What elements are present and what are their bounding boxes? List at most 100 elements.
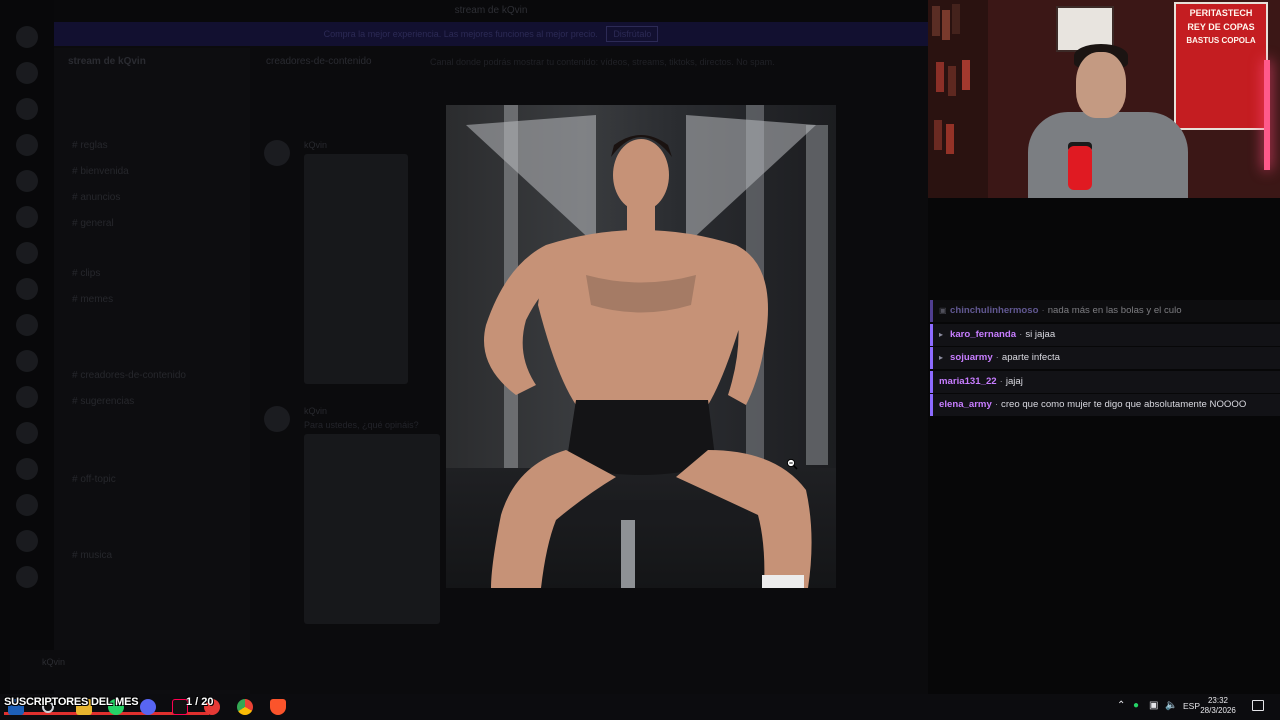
subs-label: SUSCRIPTORES DEL MES: [4, 696, 139, 708]
channel-item[interactable]: # reglas: [72, 140, 108, 151]
server-icon[interactable]: [16, 530, 38, 552]
channel-item[interactable]: # sugerencias: [72, 396, 134, 407]
chat-username[interactable]: elena_army: [939, 399, 992, 410]
server-icon[interactable]: [16, 566, 38, 588]
chat-username[interactable]: sojuarmy: [950, 352, 993, 363]
channel-item[interactable]: # bienvenida: [72, 166, 129, 177]
server-icon[interactable]: [16, 386, 38, 408]
play-badge-icon: ▸: [939, 353, 944, 362]
network-icon[interactable]: ▣: [1149, 700, 1158, 711]
message-attachment[interactable]: [304, 154, 408, 384]
chat-text: jajaj: [1005, 375, 1023, 387]
channel-item-active[interactable]: # creadores-de-contenido: [72, 370, 186, 381]
clock-time: 23:32: [1207, 696, 1229, 705]
streamer-body: [1028, 112, 1188, 198]
user-panel: [10, 650, 250, 690]
chat-separator: ·: [1019, 328, 1023, 340]
server-icon[interactable]: [16, 278, 38, 300]
server-icon[interactable]: [16, 26, 38, 48]
stream-chat: ▣ chinchulinhermoso · nada más en las bolas…: [930, 300, 1280, 418]
chat-text: si jajaa: [1025, 328, 1056, 340]
channel-item[interactable]: # off-topic: [72, 474, 116, 485]
server-icon[interactable]: [16, 494, 38, 516]
promo-banner: Compra la mejor experiencia. Las mejores…: [54, 22, 928, 46]
chat-username[interactable]: karo_fernanda: [950, 329, 1016, 340]
server-icon[interactable]: [16, 206, 38, 228]
channel-topic: Canal donde podrás mostrar tu contenido:…: [430, 57, 775, 67]
server-name[interactable]: stream de kQvin: [68, 56, 146, 67]
message-text: Para ustedes, ¿qué opináis?: [304, 420, 419, 430]
notification-icon[interactable]: [1252, 700, 1264, 711]
message-author[interactable]: kQvin: [304, 406, 327, 416]
poster-title: PERITASTECH: [1189, 8, 1253, 18]
server-icon[interactable]: [16, 170, 38, 192]
server-icon[interactable]: [16, 314, 38, 336]
chat-username[interactable]: maria131_22: [939, 376, 997, 387]
chat-separator: ·: [1041, 305, 1045, 316]
message-author[interactable]: kQvin: [304, 140, 327, 150]
server-icon[interactable]: [16, 134, 38, 156]
channel-item[interactable]: # general: [72, 218, 114, 229]
clock[interactable]: 23:32 28/3/2026: [1198, 696, 1238, 716]
server-icon[interactable]: [16, 62, 38, 84]
book: [946, 124, 954, 154]
chat-text: nada más en las bolas y el culo: [1047, 305, 1182, 316]
wall-poster: PERITASTECH REY DE COPAS BASTUS COPOLA: [1174, 2, 1268, 130]
channel-header: creadores-de-contenido: [266, 56, 372, 67]
athlete-figure: [466, 115, 816, 588]
message-avatar[interactable]: [264, 406, 290, 432]
chat-text: aparte infecta: [1001, 352, 1061, 363]
channel-item[interactable]: # memes: [72, 294, 113, 305]
stream-screen: stream de kQvin Compra la mejor experien…: [0, 0, 1280, 720]
chat-separator: ·: [999, 375, 1003, 387]
chevron-up-icon[interactable]: ⌃: [1117, 700, 1125, 711]
chat-username[interactable]: chinchulinhermoso: [950, 305, 1039, 316]
book: [952, 4, 960, 34]
book: [932, 6, 940, 36]
channel-item[interactable]: # clips: [72, 268, 100, 279]
book: [948, 66, 956, 96]
zoom-cursor-icon: [786, 458, 798, 470]
message-attachment[interactable]: [304, 434, 440, 624]
chat-message: maria131_22 · jajaj: [930, 370, 1280, 393]
clock-date: 28/3/2026: [1200, 706, 1236, 715]
chat-separator: ·: [994, 399, 999, 410]
book: [962, 60, 970, 90]
server-list: [0, 0, 54, 694]
chrome-icon[interactable]: [237, 699, 253, 715]
message-avatar[interactable]: [264, 140, 290, 166]
book: [934, 120, 942, 150]
chat-separator: ·: [995, 352, 999, 363]
microphone: [1068, 146, 1092, 190]
whatsapp-tray-icon[interactable]: ●: [1133, 700, 1139, 711]
webcam-feed: PERITASTECH REY DE COPAS BASTUS COPOLA: [928, 0, 1280, 198]
streamer-head: [1076, 52, 1126, 118]
chat-text: creo que como mujer te digo que absoluta…: [1001, 399, 1247, 410]
poster-line: BASTUS COPOLA: [1186, 36, 1256, 45]
play-badge-icon: ▸: [939, 329, 944, 339]
chat-message: ▸ karo_fernanda · si jajaa: [930, 323, 1280, 346]
server-icon[interactable]: [16, 98, 38, 120]
led-light: [1264, 60, 1270, 170]
bookshelf: [928, 0, 988, 198]
promo-banner-button[interactable]: Disfrútalo: [606, 26, 659, 42]
book: [936, 62, 944, 92]
promo-banner-text: Compra la mejor experiencia. Las mejores…: [323, 29, 598, 39]
image-viewer-photo[interactable]: [446, 105, 836, 588]
subs-counter: 1 / 20: [186, 696, 214, 708]
channel-item[interactable]: # anuncios: [72, 192, 120, 203]
current-user[interactable]: kQvin: [42, 657, 65, 667]
volume-icon[interactable]: 🔈: [1165, 700, 1177, 711]
chat-message: elena_army · creo que como mujer te digo q…: [930, 394, 1280, 416]
poster-line: REY DE COPAS: [1187, 22, 1255, 32]
discord-icon[interactable]: [140, 699, 156, 715]
server-icon[interactable]: [16, 242, 38, 264]
moderator-badge-icon: ▣: [939, 306, 947, 315]
server-icon[interactable]: [16, 350, 38, 372]
brave-icon[interactable]: [270, 699, 286, 715]
server-icon[interactable]: [16, 422, 38, 444]
chat-message: ▣ chinchulinhermoso · nada más en las bolas…: [930, 300, 1280, 322]
server-icon[interactable]: [16, 458, 38, 480]
chat-message: ▸ sojuarmy · aparte infecta: [930, 347, 1280, 369]
channel-item[interactable]: # musica: [72, 550, 112, 561]
